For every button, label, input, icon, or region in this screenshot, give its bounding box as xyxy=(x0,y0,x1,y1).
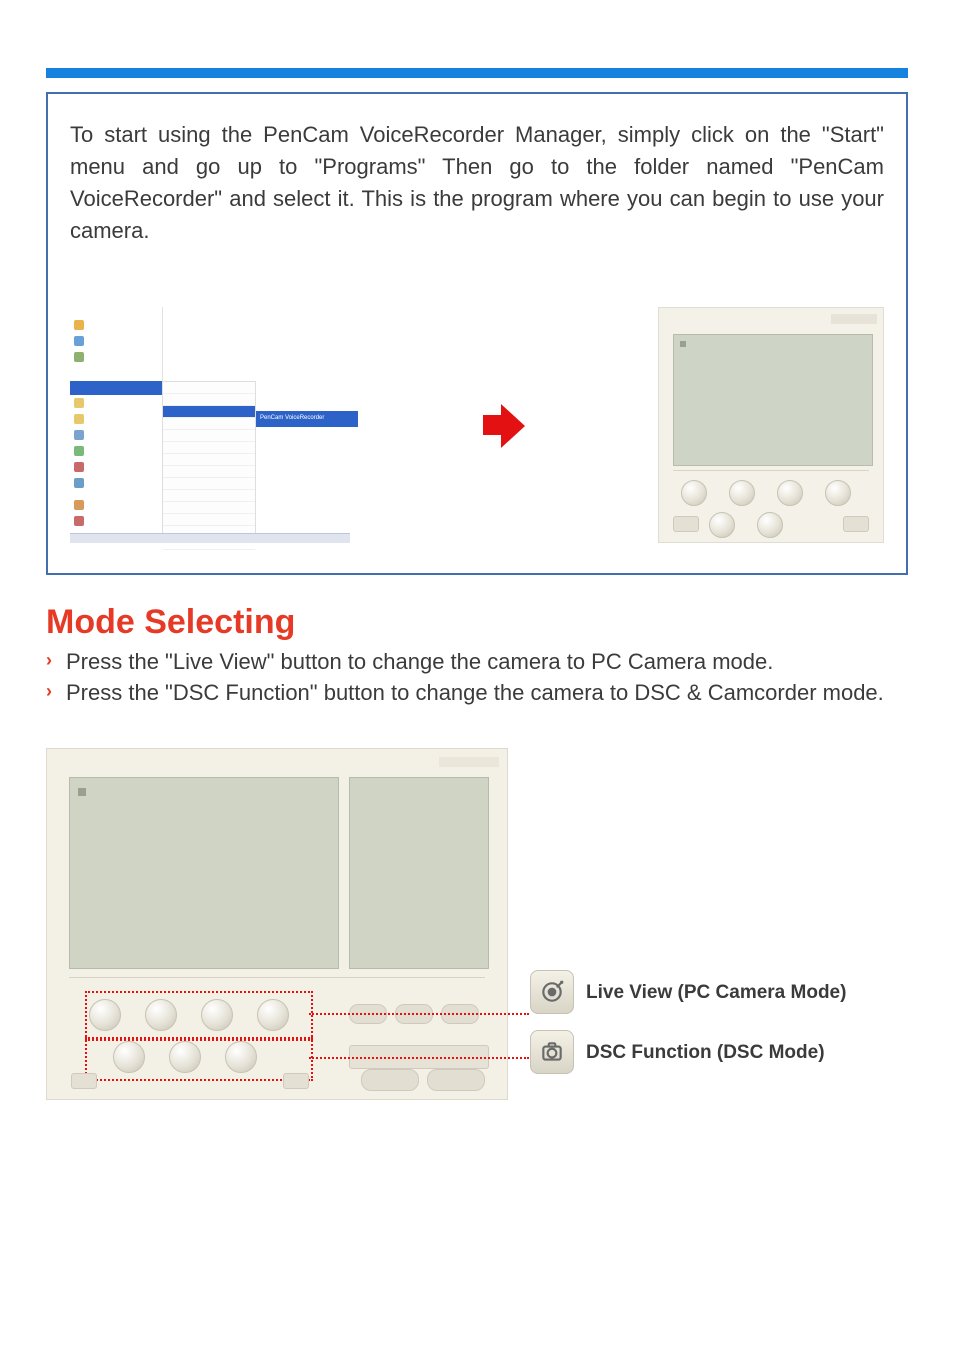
dsc-function-label: DSC Function (DSC Mode) xyxy=(586,1042,825,1064)
tray-button xyxy=(283,1073,309,1089)
live-view-label: Live View (PC Camera Mode) xyxy=(586,982,846,1004)
chevron-right-icon: › xyxy=(46,648,60,677)
top-rule xyxy=(46,68,908,78)
round-button xyxy=(257,999,289,1031)
chevron-right-icon: › xyxy=(46,679,60,708)
callouts-column: Live View (PC Camera Mode) DSC Function … xyxy=(530,748,908,1100)
live-view-icon xyxy=(530,970,574,1014)
round-button xyxy=(777,480,803,506)
leader-line xyxy=(309,1057,529,1059)
illustration-row: Programs xyxy=(70,307,884,543)
round-button xyxy=(145,999,177,1031)
leader-line xyxy=(309,1013,529,1015)
round-button xyxy=(729,480,755,506)
intro-text: To start using the PenCam VoiceRecorder … xyxy=(70,122,884,243)
manager-window-small xyxy=(658,307,884,543)
tray-button xyxy=(71,1073,97,1089)
bullet-text: Press the "Live View" button to change t… xyxy=(66,646,908,677)
round-button xyxy=(169,1041,201,1073)
oval-button xyxy=(361,1069,419,1091)
round-button xyxy=(757,512,783,538)
bullet-list: › Press the "Live View" button to change… xyxy=(46,646,908,708)
arrow-right-icon xyxy=(483,396,525,454)
bullet-item: › Press the "Live View" button to change… xyxy=(46,646,908,677)
manager-window-large xyxy=(46,748,508,1100)
bullet-item: › Press the "DSC Function" button to cha… xyxy=(46,677,908,708)
intro-box: To start using the PenCam VoiceRecorder … xyxy=(46,92,908,575)
round-button xyxy=(89,999,121,1031)
oval-button xyxy=(427,1069,485,1091)
tray-button xyxy=(843,516,869,532)
round-button xyxy=(681,480,707,506)
start-menu-flyout-selected: PenCam VoiceRecorder xyxy=(256,411,358,427)
start-menu-screenshot: Programs xyxy=(70,307,350,543)
dsc-function-icon xyxy=(530,1030,574,1074)
tray-button xyxy=(673,516,699,532)
round-button xyxy=(825,480,851,506)
section-heading: Mode Selecting xyxy=(46,603,908,642)
round-button xyxy=(709,512,735,538)
bullet-text: Press the "DSC Function" button to chang… xyxy=(66,677,908,708)
round-button xyxy=(201,999,233,1031)
round-button xyxy=(225,1041,257,1073)
round-button xyxy=(113,1041,145,1073)
